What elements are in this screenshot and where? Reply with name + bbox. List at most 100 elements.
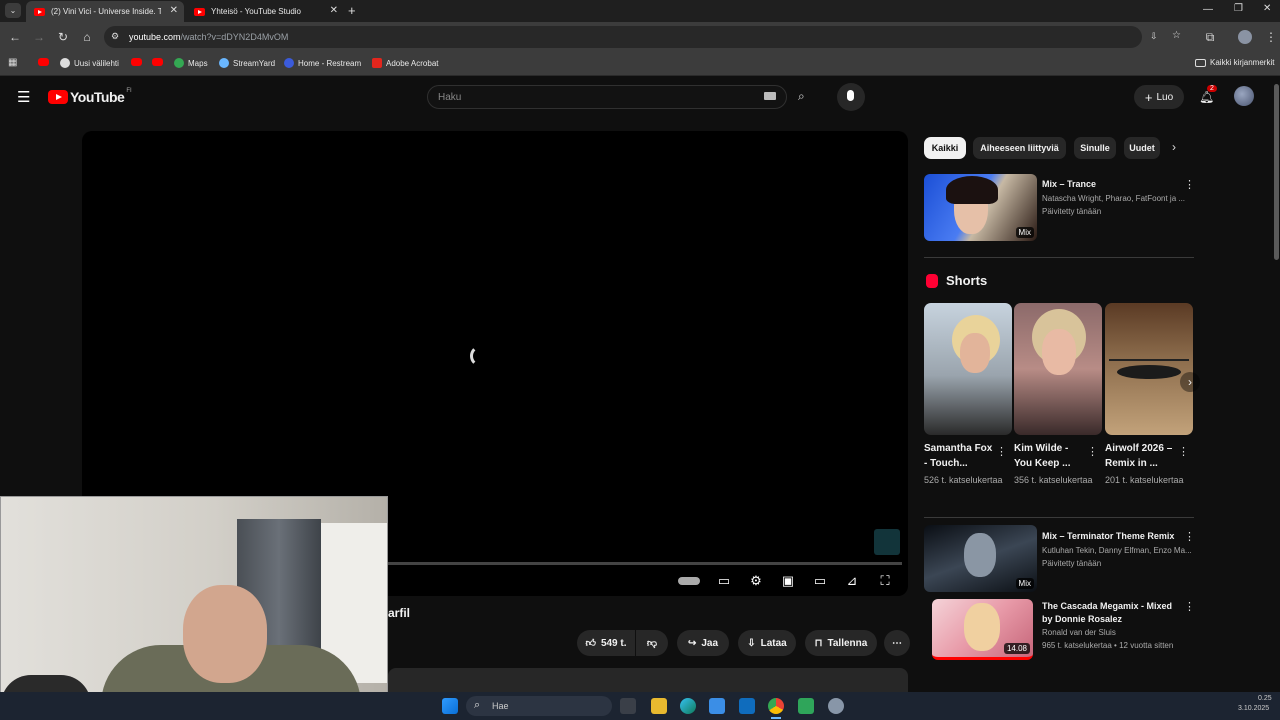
dislike-button[interactable]: 👎︎ [636,630,668,656]
rec-title[interactable]: The Cascada Megamix - Mixed [1042,601,1182,611]
bookmark-star-icon[interactable]: ☆ [1172,30,1181,41]
country-code: FI [126,88,132,94]
bookmark-youtube-3[interactable] [152,58,167,66]
mix-trance-menu-icon[interactable]: ⋮ [1184,178,1195,191]
duration-badge: 14.08 [1003,643,1030,654]
account-avatar[interactable] [1234,86,1254,106]
cast-icon[interactable]: ⊿ [842,573,862,589]
progress-bar[interactable] [388,562,902,565]
shorts-next-button[interactable]: › [1180,372,1200,392]
url-text[interactable]: youtube.com/watch?v=dDYN2D4MvOM [129,32,288,42]
home-icon[interactable]: ⌂ [80,30,94,44]
browser-menu-icon[interactable]: ⋮ [1264,30,1278,44]
fullscreen-icon[interactable]: ⛶ [875,573,895,589]
outlook-icon[interactable] [739,698,755,714]
description-box[interactable] [388,668,908,692]
rec-menu-icon[interactable]: ⋮ [1184,600,1195,613]
mix-trance-thumbnail[interactable]: Mix [924,174,1037,241]
like-button[interactable]: 👍︎ 549 t. [577,630,635,656]
short-title[interactable]: Kim Wilde - You Keep ... [1014,441,1086,471]
search-button[interactable]: ⌕ [787,85,825,109]
tab-list-button[interactable]: ⌄ [5,3,21,18]
maximize-icon[interactable]: ❐ [1234,3,1243,14]
rec-title-line2[interactable]: by Donnie Rosalez [1042,614,1182,624]
back-icon[interactable]: ← [8,30,22,44]
cascada-megamix-thumbnail[interactable]: 14.08 [932,599,1033,660]
chip-all[interactable]: Kaikki [924,137,966,159]
install-app-icon[interactable]: ⇩ [1150,31,1158,42]
more-icon: ⋯ [892,637,902,649]
mix-trance-title[interactable]: Mix – Trance [1042,179,1182,189]
close-tab-icon[interactable]: ✕ [330,5,338,16]
autoplay-toggle[interactable] [678,577,700,585]
rec-title[interactable]: Mix – Terminator Theme Remix [1042,531,1182,541]
settings-gear-icon[interactable]: ⚙ [746,573,766,589]
apps-grid-icon[interactable]: ▦ [8,57,17,68]
notifications-button[interactable]: 🔔︎ 2 [1199,85,1217,106]
windows-start-icon[interactable] [442,698,458,714]
chrome-icon[interactable] [768,698,784,714]
create-button[interactable]: + Luo [1134,85,1184,109]
short-title[interactable]: Samantha Fox - Touch... [924,441,996,471]
all-bookmarks[interactable]: Kaikki kirjanmerkit [1195,58,1274,67]
bookmark-youtube-1[interactable] [38,58,53,66]
extensions-icon[interactable]: ⧉ [1203,30,1217,44]
close-tab-icon[interactable]: ✕ [170,5,178,16]
hamburger-menu-icon[interactable]: ☰ [17,88,30,106]
endscreen-thumbnail[interactable] [874,529,900,555]
short-title[interactable]: Airwolf 2026 – Remix in ... [1105,441,1177,471]
site-info-icon[interactable]: ⚙ [111,31,119,42]
chip-new[interactable]: Uudet [1124,137,1160,159]
bookmark-restream[interactable]: Home - Restream [284,58,361,68]
chip-related[interactable]: Aiheeseen liittyviä [973,137,1066,159]
divider [924,517,1194,518]
bookmark-label: StreamYard [233,58,276,68]
tab-youtube-studio[interactable]: Yhteisö - YouTube Studio ✕ [186,1,344,22]
miniplayer-icon[interactable]: ▣ [778,573,798,589]
download-button[interactable]: ⇩ Lataa [738,630,796,656]
omnibox[interactable]: ⚙ youtube.com/watch?v=dDYN2D4MvOM ⇩ ☆ [104,26,1181,48]
task-view-icon[interactable] [620,698,636,714]
short-menu-icon[interactable]: ⋮ [996,445,1007,458]
short-views: 356 t. katselukertaa [1014,475,1093,485]
save-button[interactable]: ⊓ Tallenna [805,630,877,656]
chips-next-icon[interactable]: › [1172,140,1176,154]
youtube-logo[interactable]: YouTube FI [48,88,132,105]
rec-menu-icon[interactable]: ⋮ [1184,530,1195,543]
store-icon[interactable] [709,698,725,714]
bookmark-streamyard[interactable]: StreamYard [219,58,275,68]
terminator-mix-thumbnail[interactable]: Mix [924,525,1037,592]
bookmark-new-tab[interactable]: Uusi välilehti [60,58,119,68]
reload-icon[interactable]: ↻ [56,30,70,44]
short-thumbnail[interactable] [1014,303,1102,435]
search-input[interactable]: Haku [427,85,787,109]
profile-avatar[interactable] [1238,30,1252,44]
page-scrollbar[interactable] [1274,84,1279,260]
chip-for-you[interactable]: Sinulle [1074,137,1116,159]
short-thumbnail[interactable] [924,303,1012,435]
short-menu-icon[interactable]: ⋮ [1178,445,1189,458]
new-tab-button[interactable]: + [348,3,356,18]
bookmark-maps[interactable]: Maps [174,58,208,68]
bookmark-label: Home - Restream [298,58,362,68]
tab-vini-vici[interactable]: (2) Vini Vici - Universe Inside. Th ✕ [26,1,184,22]
subtitles-icon[interactable]: ▭ [714,573,734,589]
close-window-icon[interactable]: ✕ [1263,3,1271,14]
file-explorer-icon[interactable] [651,698,667,714]
windows-taskbar: ⌕ Hae 0.25 3.10.2025 [0,692,1280,720]
short-menu-icon[interactable]: ⋮ [1087,445,1098,458]
edge-icon[interactable] [680,698,696,714]
settings-app-icon[interactable] [828,698,844,714]
share-button[interactable]: ↪ Jaa [677,630,729,656]
more-actions-button[interactable]: ⋯ [884,630,910,656]
keyboard-icon[interactable] [764,92,776,100]
taskbar-search[interactable]: ⌕ Hae [466,696,612,716]
minimize-icon[interactable]: — [1203,4,1213,15]
voice-search-button[interactable] [837,83,865,111]
green-app-icon[interactable] [798,698,814,714]
forward-icon[interactable]: → [32,30,46,44]
bookmark-acrobat[interactable]: Adobe Acrobat [372,58,438,68]
bookmark-youtube-2[interactable] [131,58,146,66]
short-thumbnail[interactable] [1105,303,1193,435]
theater-mode-icon[interactable]: ▭ [810,573,830,589]
